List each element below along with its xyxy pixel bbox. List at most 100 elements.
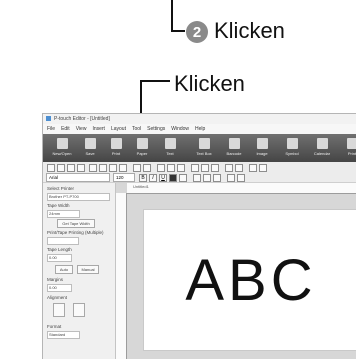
margins-input[interactable]: 0.00: [47, 284, 72, 292]
font-size-select[interactable]: 120: [113, 173, 135, 182]
group-icon[interactable]: [167, 164, 175, 172]
ribbon-button-print[interactable]: Print: [103, 136, 129, 160]
ribbon-button-calendar[interactable]: Calendar: [309, 136, 335, 160]
ribbon-button-symbol[interactable]: Symbol: [279, 136, 305, 160]
get-tape-width-button[interactable]: Get Tape Width: [57, 219, 95, 228]
text-align-right-icon[interactable]: [213, 174, 221, 182]
menu-item-tool[interactable]: Tool: [132, 126, 141, 132]
menu-item-settings[interactable]: Settings: [147, 126, 165, 132]
ungroup-icon[interactable]: [177, 164, 185, 172]
cut-icon[interactable]: [89, 164, 97, 172]
callout-leader-line-top: [140, 80, 170, 82]
paste-icon[interactable]: [109, 164, 117, 172]
text-align-center-icon[interactable]: [203, 174, 211, 182]
menu-item-file[interactable]: File: [47, 126, 55, 132]
step-number-badge: 2: [186, 21, 208, 43]
shape-tool-icon[interactable]: [67, 164, 75, 172]
text-fit-icon[interactable]: [237, 174, 245, 182]
tape-width-select[interactable]: 24mm: [47, 210, 80, 218]
underline-icon[interactable]: U: [159, 174, 167, 182]
print-icon: [111, 138, 122, 149]
copy-icon[interactable]: [99, 164, 107, 172]
align-left-icon[interactable]: [191, 164, 199, 172]
document-tab[interactable]: Untitled1: [133, 184, 149, 189]
ribbon-button-print[interactable]: Print: [339, 136, 356, 160]
align-vertical-button[interactable]: [73, 303, 85, 317]
ribbon-button-label: Text: [157, 151, 183, 156]
vertical-ruler: [116, 193, 127, 359]
paper-icon: [137, 138, 148, 149]
font-style-icon[interactable]: [179, 174, 187, 182]
align-horizontal-button[interactable]: [53, 303, 65, 317]
ribbon-button-label: Text Box: [191, 151, 217, 156]
vertical-text-icon[interactable]: [227, 174, 235, 182]
ribbon-button-new-open[interactable]: New/Open: [49, 136, 75, 160]
italic-icon[interactable]: I: [149, 174, 157, 182]
menu-item-edit[interactable]: Edit: [61, 126, 70, 132]
ribbon-button-label: Print: [103, 151, 129, 156]
image-icon: [257, 138, 268, 149]
tape-length-label: Tape Length: [47, 247, 72, 252]
callout-leader-line-step2: [171, 0, 185, 32]
layout-icon[interactable]: [249, 164, 257, 172]
select-arrow-icon[interactable]: [47, 164, 55, 172]
ptouch-editor-window: P-touch Editor - [Untitled] File Edit View…: [42, 113, 356, 359]
text-color-icon[interactable]: [169, 174, 177, 182]
ribbon-button-label: Symbol: [279, 151, 305, 156]
text-align-left-icon[interactable]: [193, 174, 201, 182]
properties-icon[interactable]: [259, 164, 267, 172]
bold-icon[interactable]: B: [139, 174, 147, 182]
frame-tool-icon[interactable]: [77, 164, 85, 172]
table-icon[interactable]: [235, 164, 243, 172]
format-label: Format: [47, 324, 61, 329]
tape-width-label: Tape Width: [47, 203, 70, 208]
auto-length-button[interactable]: Auto: [55, 265, 73, 274]
ribbon-button-label: Image: [249, 151, 275, 156]
ribbon-button-label: Barcode: [221, 151, 247, 156]
text-format-toolbar: Arial 120 B I U: [43, 172, 356, 183]
barcode-icon: [229, 138, 240, 149]
calendar-icon: [317, 138, 328, 149]
delete-icon[interactable]: [119, 164, 127, 172]
tape-length-input[interactable]: 0.00: [47, 254, 72, 262]
ribbon-button-text-box[interactable]: Text Box: [191, 136, 217, 160]
ribbon-button-save[interactable]: Save: [77, 136, 103, 160]
label-page[interactable]: ABC: [143, 209, 356, 351]
menu-item-view[interactable]: View: [76, 126, 87, 132]
new-open-icon: [57, 138, 68, 149]
redo-icon[interactable]: [143, 164, 151, 172]
zoom-icon[interactable]: [157, 164, 165, 172]
ribbon-button-label: Save: [77, 151, 103, 156]
print-icon: [347, 138, 356, 149]
text-icon: [165, 138, 176, 149]
ribbon-button-paper[interactable]: Paper: [129, 136, 155, 160]
text-box-icon: [199, 138, 210, 149]
undo-icon[interactable]: [133, 164, 141, 172]
menu-item-window[interactable]: Window: [171, 126, 189, 132]
format-select[interactable]: Standard: [47, 331, 80, 339]
step-number-text: 2: [193, 24, 201, 41]
ribbon-button-label: New/Open: [49, 151, 75, 156]
printer-label: Select Printer: [47, 186, 74, 191]
font-name-select[interactable]: Arial: [46, 173, 110, 182]
print-mode-select[interactable]: [47, 237, 79, 245]
menu-bar: File Edit View Insert Layout Tool Settings Wind…: [43, 124, 356, 134]
printer-select[interactable]: Brother PT-P700: [47, 193, 110, 201]
align-center-icon[interactable]: [201, 164, 209, 172]
ribbon-button-text[interactable]: Text: [157, 136, 183, 160]
ribbon-button-image[interactable]: Image: [249, 136, 275, 160]
arrange-icon[interactable]: [225, 164, 233, 172]
properties-sidebar: Select Printer Brother PT-P700 Tape Widt…: [43, 183, 116, 359]
print-mode-label: Print/Tape Printing (Multiple): [47, 230, 104, 235]
menu-items: File Edit View Insert Layout Tool Settings Wind…: [47, 126, 211, 132]
menu-item-insert[interactable]: Insert: [92, 126, 105, 132]
label-text-object[interactable]: ABC: [144, 210, 356, 350]
window-title: P-touch Editor - [Untitled]: [54, 116, 110, 122]
line-tool-icon[interactable]: [57, 164, 65, 172]
symbol-icon: [287, 138, 298, 149]
menu-item-help[interactable]: Help: [195, 126, 205, 132]
menu-item-layout[interactable]: Layout: [111, 126, 126, 132]
manual-length-button[interactable]: Manual: [77, 265, 99, 274]
align-right-icon[interactable]: [211, 164, 219, 172]
ribbon-button-barcode[interactable]: Barcode: [221, 136, 247, 160]
